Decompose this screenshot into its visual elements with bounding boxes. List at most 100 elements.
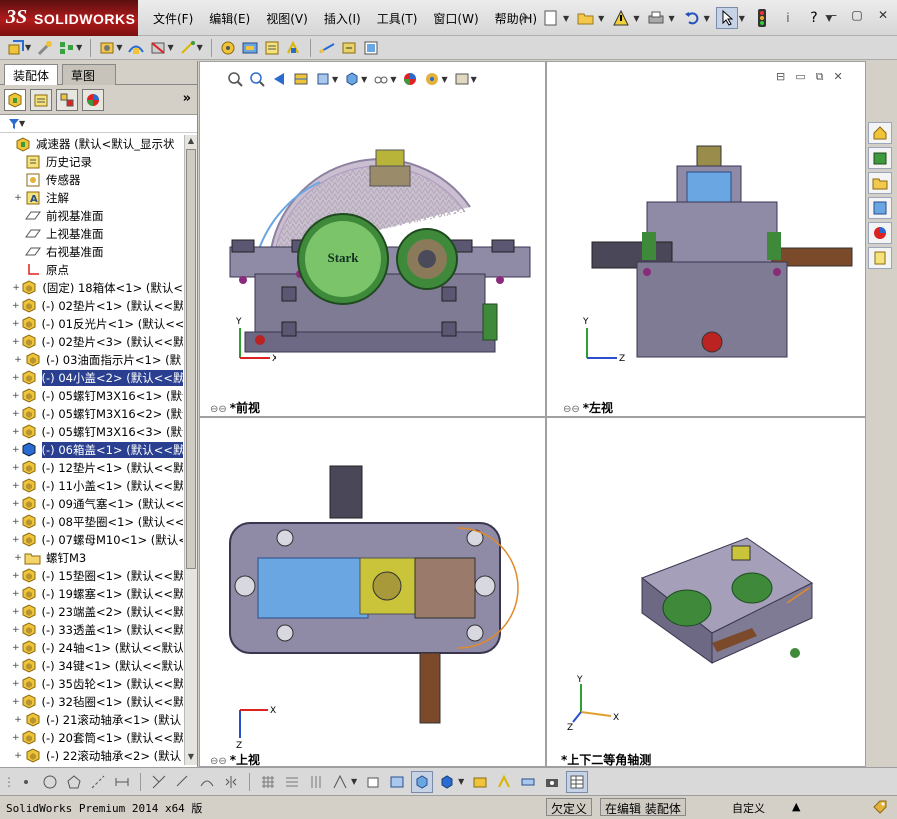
rapid-sketch-icon[interactable] xyxy=(363,772,383,792)
minimize-icon[interactable]: — xyxy=(821,6,841,24)
tree-item[interactable]: + (-) 23端盖<2> (默认<<默 xyxy=(0,603,183,621)
move-component-icon[interactable] xyxy=(126,38,146,58)
feature-manager-icon[interactable] xyxy=(4,88,26,111)
expand-toggle[interactable]: + xyxy=(12,697,20,707)
tree-item[interactable]: 历史记录 xyxy=(0,153,183,171)
expand-toggle[interactable]: + xyxy=(12,463,20,473)
tree-item[interactable]: + (-) 15垫圈<1> (默认<<默 xyxy=(0,567,183,585)
tree-filter[interactable]: ▼ xyxy=(0,115,197,133)
close-icon[interactable]: ✕ xyxy=(873,6,893,24)
tree-item[interactable]: + (-) 32毡圈<1> (默认<<默 xyxy=(0,693,183,711)
exploded-icon[interactable] xyxy=(494,772,514,792)
tab-assembly[interactable]: 装配体 xyxy=(4,64,59,85)
display-delete-relations-icon[interactable] xyxy=(330,772,350,792)
scroll-down-icon[interactable]: ▼ xyxy=(186,752,196,764)
maximize-icon[interactable]: ▢ xyxy=(847,6,867,24)
property-manager-icon[interactable] xyxy=(30,88,52,111)
file-explorer-icon[interactable] xyxy=(868,172,892,194)
tag-icon[interactable] xyxy=(872,799,888,815)
link-view-icon[interactable]: ⊖⊖ xyxy=(210,756,227,766)
custom-properties-icon[interactable] xyxy=(868,247,892,269)
solidworks-logo[interactable]: 3S SOLIDWORKS xyxy=(0,0,138,36)
tree-item[interactable]: + (-) 11小盖<1> (默认<<默 xyxy=(0,477,183,495)
mirror-icon[interactable] xyxy=(221,772,241,792)
smart-dimension-icon[interactable] xyxy=(112,772,132,792)
instant3d-icon[interactable] xyxy=(339,38,359,58)
viewport-front[interactable]: Stark Y X ⊖⊖*前视 xyxy=(199,61,546,417)
tree-item[interactable]: + A 注解 xyxy=(0,189,183,207)
viewport-left[interactable]: Y Z ⊖⊖ *左视 xyxy=(546,61,866,417)
reference-geometry-icon[interactable] xyxy=(218,38,238,58)
restore-viewport-icon[interactable]: ⊟ xyxy=(776,70,785,84)
expand-toggle[interactable]: + xyxy=(12,751,24,761)
menu-item[interactable]: 视图(V) xyxy=(258,10,316,27)
insert-component-icon[interactable] xyxy=(6,38,26,58)
explode-line-sketch-icon[interactable] xyxy=(317,38,337,58)
expand-toggle[interactable]: + xyxy=(12,391,20,401)
tree-item[interactable]: + (-) 22滚动轴承<2> (默认 xyxy=(0,747,183,763)
expand-toggle[interactable]: + xyxy=(12,679,20,689)
tree-item[interactable]: + (-) 05螺钉M3X16<2> (默认 xyxy=(0,405,183,423)
shaded-cube-icon[interactable] xyxy=(411,770,434,793)
configuration-manager-icon[interactable] xyxy=(56,88,78,111)
extend-icon[interactable] xyxy=(173,772,193,792)
filter-dropdown-icon[interactable]: ▼ xyxy=(19,119,25,128)
expand-toggle[interactable]: + xyxy=(12,337,20,347)
tree-item[interactable]: + (-) 24轴<1> (默认<<默认 xyxy=(0,639,183,657)
edit-appearance-icon[interactable] xyxy=(400,69,420,89)
polygon-icon[interactable] xyxy=(64,772,84,792)
rebuild-warning-icon[interactable] xyxy=(610,7,632,29)
units-dropdown-icon[interactable]: ▲ xyxy=(792,800,800,813)
exploded-view-icon[interactable] xyxy=(284,38,304,58)
select-arrow-icon[interactable] xyxy=(715,7,738,29)
interference-detection-icon[interactable] xyxy=(361,38,381,58)
print-icon[interactable] xyxy=(645,7,667,29)
linear-pattern-icon[interactable] xyxy=(57,38,77,58)
view-orientation-icon[interactable] xyxy=(313,69,333,89)
expand-toggle[interactable]: + xyxy=(12,571,20,581)
tree-item[interactable]: + (-) 34键<1> (默认<<默认 xyxy=(0,657,183,675)
tree-item[interactable]: + (-) 04小盖<2> (默认<<默 xyxy=(0,369,183,387)
linear-sketch-pattern-icon[interactable] xyxy=(282,772,302,792)
centerline-icon[interactable] xyxy=(88,772,108,792)
tree-item[interactable]: + (-) 03油面指示片<1> (默 xyxy=(0,351,183,369)
apply-scene-icon[interactable] xyxy=(422,69,442,89)
link-view-icon[interactable]: ⊖⊖ xyxy=(210,404,227,415)
viewport-isometric[interactable]: Y X Z *上下二等角轴测 xyxy=(546,417,866,767)
previous-view-icon[interactable] xyxy=(269,69,289,89)
expand-toggle[interactable]: + xyxy=(12,409,20,419)
menu-item[interactable]: 编辑(E) xyxy=(201,10,258,27)
link-view-icon[interactable]: ⊖⊖ xyxy=(563,404,580,415)
tree-item[interactable]: + (-) 08平垫圈<1> (默认<< xyxy=(0,513,183,531)
tree-item[interactable]: + (固定) 18箱体<1> (默认< xyxy=(0,279,183,297)
grid-snap-icon[interactable] xyxy=(258,772,278,792)
home-icon[interactable] xyxy=(868,122,892,144)
smart-fasteners-icon[interactable] xyxy=(97,38,117,58)
tree-item[interactable]: 原点 xyxy=(0,261,183,279)
camera-icon[interactable] xyxy=(542,772,562,792)
expand-toggle[interactable]: + xyxy=(12,625,20,635)
tree-item[interactable]: + (-) 35齿轮<1> (默认<<默 xyxy=(0,675,183,693)
tree-item[interactable]: + (-) 05螺钉M3X16<1> (默认 xyxy=(0,387,183,405)
display-style-icon[interactable] xyxy=(342,69,362,89)
menu-item[interactable]: 插入(I) xyxy=(316,10,369,27)
open-folder-icon[interactable] xyxy=(575,7,597,29)
design-library-icon[interactable] xyxy=(868,147,892,169)
tree-item[interactable]: + (-) 05螺钉M3X16<3> (默认 xyxy=(0,423,183,441)
tree-item[interactable]: 减速器 (默认<默认_显示状 xyxy=(0,135,183,153)
tree-item[interactable]: + (-) 20套筒<1> (默认<<默 xyxy=(0,729,183,747)
traffic-light-icon[interactable] xyxy=(751,7,773,29)
tree-item[interactable]: + (-) 19螺塞<1> (默认<<默 xyxy=(0,585,183,603)
menu-item[interactable]: 文件(F) xyxy=(145,10,201,27)
viewport-top[interactable]: Z X ⊖⊖ *上视 xyxy=(199,417,546,767)
tree-item[interactable]: 传感器 xyxy=(0,171,183,189)
expand-toggle[interactable]: + xyxy=(12,733,20,743)
mate-icon[interactable] xyxy=(35,38,55,58)
assembly-features-icon[interactable] xyxy=(178,38,198,58)
expand-toggle[interactable]: + xyxy=(12,607,20,617)
minimize-viewport-icon[interactable]: ▭ xyxy=(795,70,805,84)
expand-toggle[interactable]: + xyxy=(12,589,20,599)
units-status[interactable]: 自定义 xyxy=(732,800,765,816)
tree-item[interactable]: 右视基准面 xyxy=(0,243,183,261)
bill-of-materials-icon[interactable] xyxy=(262,38,282,58)
